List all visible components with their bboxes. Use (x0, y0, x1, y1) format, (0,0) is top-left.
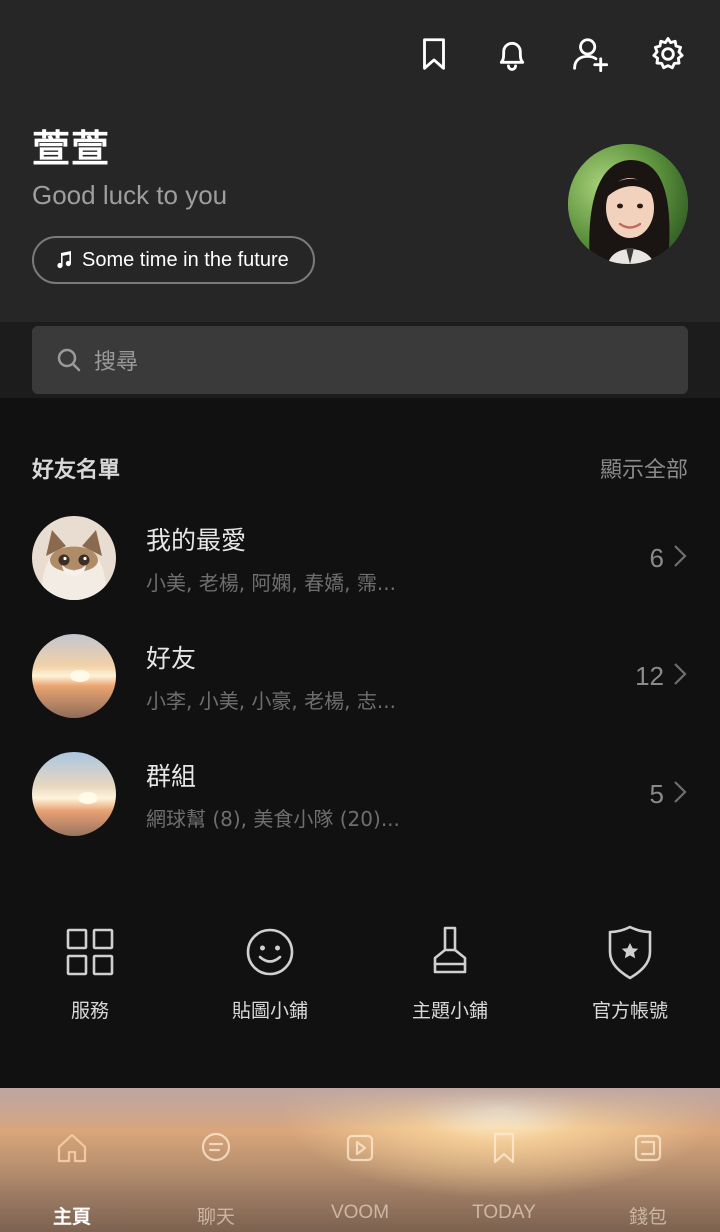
theme-shop-button[interactable]: 主題小鋪 (360, 924, 540, 1023)
wallet-icon (634, 1134, 662, 1162)
friends-count: 12 (635, 660, 664, 691)
favorites-title: 我的最愛 (146, 525, 247, 555)
official-accounts-label: 官方帳號 (591, 1000, 668, 1022)
services-label: 服務 (70, 1000, 109, 1022)
sticker-shop-label: 貼圖小鋪 (231, 1000, 308, 1022)
search-placeholder: 搜尋 (94, 350, 139, 375)
friends-section-title: 好友名單 (32, 458, 121, 483)
chevron-right-icon (672, 661, 688, 691)
list-item-favorites[interactable]: 我的最愛 小美, 老楊, 阿嫻, 春嬌, 霈... 6 (32, 514, 688, 602)
services-button[interactable]: 服務 (0, 924, 180, 1023)
show-all-link[interactable]: 顯示全部 (600, 452, 688, 484)
grid-icon (66, 928, 114, 976)
friends-thumbnail (32, 634, 116, 718)
search-input[interactable]: 搜尋 (32, 326, 688, 394)
tab-voom-label: VOOM (330, 1202, 390, 1223)
today-bookmark-icon (493, 1132, 515, 1164)
profile-music-label: Some time in the future (82, 248, 289, 271)
profile-music-button[interactable]: Some time in the future (32, 236, 315, 284)
shield-star-icon (608, 925, 652, 980)
search-area: 搜尋 (0, 322, 720, 398)
tab-voom[interactable]: VOOM (288, 1088, 432, 1232)
chevron-right-icon (672, 543, 688, 573)
music-note-icon (57, 251, 71, 269)
profile-avatar[interactable] (568, 144, 688, 264)
profile-header: 萱萱 Good luck to you Some time in the fut… (0, 0, 720, 322)
bookmark-icon[interactable] (414, 32, 454, 76)
friends-section-header: 好友名單 顯示全部 (32, 452, 688, 484)
tab-chat-label: 聊天 (196, 1207, 235, 1228)
add-friend-icon[interactable] (570, 32, 610, 76)
favorites-members: 小美, 老楊, 阿嫻, 春嬌, 霈... (146, 570, 396, 595)
friends-members: 小李, 小美, 小豪, 老楊, 志... (146, 688, 396, 713)
tab-chat[interactable]: 聊天 (144, 1088, 288, 1232)
favorites-count: 6 (649, 542, 664, 573)
services-bar: 服務 貼圖小鋪 主題小鋪 官方帳號 (0, 924, 720, 1023)
groups-members: 網球幫 (8), 美食小隊 (20)... (146, 806, 400, 831)
official-accounts-button[interactable]: 官方帳號 (540, 924, 720, 1023)
profile-name[interactable]: 萱萱 (32, 118, 110, 173)
theme-shop-label: 主題小鋪 (411, 1000, 488, 1022)
header-icon-bar (414, 32, 688, 76)
groups-thumbnail (32, 752, 116, 836)
tab-home-label: 主頁 (52, 1207, 91, 1228)
bell-icon[interactable] (492, 32, 532, 76)
chat-icon (201, 1132, 231, 1162)
favorites-thumbnail (32, 516, 116, 600)
list-item-friends[interactable]: 好友 小李, 小美, 小豪, 老楊, 志... 12 (32, 632, 688, 720)
friends-title: 好友 (146, 643, 197, 673)
list-item-groups[interactable]: 群組 網球幫 (8), 美食小隊 (20)... 5 (32, 750, 688, 838)
settings-gear-icon[interactable] (648, 32, 688, 76)
groups-count: 5 (649, 778, 664, 809)
groups-title: 群組 (146, 761, 197, 791)
tab-wallet[interactable]: 錢包 (576, 1088, 720, 1232)
tab-today-label: TODAY (472, 1202, 536, 1223)
chevron-right-icon (672, 779, 688, 809)
brush-icon (433, 926, 467, 974)
home-icon (57, 1133, 87, 1163)
bottom-tab-bar: 主頁 聊天 VOOM TODAY 錢包 (0, 1088, 720, 1232)
sticker-shop-button[interactable]: 貼圖小鋪 (180, 924, 360, 1023)
search-icon (57, 348, 81, 372)
video-icon (346, 1134, 374, 1162)
profile-status-message[interactable]: Good luck to you (32, 180, 227, 211)
tab-today[interactable]: TODAY (432, 1088, 576, 1232)
tab-home[interactable]: 主頁 (0, 1088, 144, 1232)
tab-wallet-label: 錢包 (628, 1207, 667, 1228)
smiley-icon (246, 928, 294, 976)
